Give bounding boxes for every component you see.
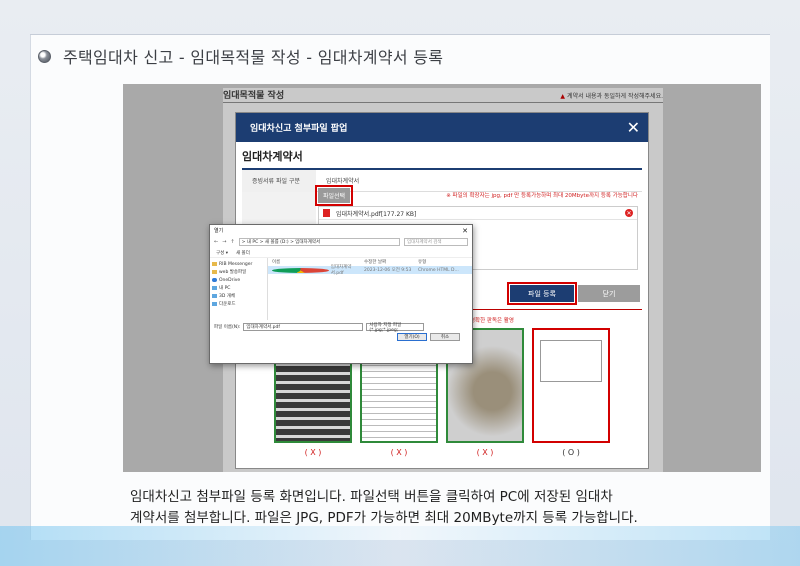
example-marks: ( X ) ( X ) ( X ) ( O ) xyxy=(274,448,610,457)
close-icon[interactable]: ✕ xyxy=(627,119,640,136)
cube-icon xyxy=(212,294,217,298)
delete-icon[interactable]: ✕ xyxy=(625,209,633,217)
file-row: 임대차계약서.pdf[177.27 KB] ✕ xyxy=(319,207,637,220)
sidebar-item[interactable]: RIB Messenger xyxy=(212,260,265,268)
sidebar-item[interactable]: OneDrive xyxy=(212,276,265,284)
open-button[interactable]: 열기(O) xyxy=(397,333,427,341)
download-icon xyxy=(212,302,217,306)
attached-file-name: 임대차계약서.pdf[177.27 KB] xyxy=(336,210,417,218)
dialog-title: 열기 xyxy=(214,228,224,234)
forward-icon[interactable]: → xyxy=(222,239,226,245)
file-item-selected[interactable]: 임대차계약서.pdf 2023-12-06 오전 9:53 Chrome HTM… xyxy=(268,265,472,276)
col-date[interactable]: 수정한 날짜 xyxy=(364,259,418,265)
cancel-button[interactable]: 취소 xyxy=(430,333,460,341)
open-file-dialog: 열기 ✕ ← → ↑ > 내 PC > 새 볼륨 (D:) > 임대차계약서 임… xyxy=(209,224,473,364)
file-select-button[interactable]: 파일선택 xyxy=(314,185,354,206)
close-button[interactable]: 닫기 xyxy=(578,285,640,302)
slide-header: 주택임대차 신고 - 임대목적물 작성 - 임대차계약서 등록 xyxy=(38,44,443,68)
example-mark: ( O ) xyxy=(562,448,580,457)
sidebar-item[interactable]: 다운로드 xyxy=(212,300,265,308)
background-page-title: 임대목적물 작성 xyxy=(223,91,285,101)
warning-icon: ▲ xyxy=(560,93,566,100)
divider xyxy=(30,34,770,35)
type-row: 증빙서류 파일 구분 임대차계약서 xyxy=(242,169,642,192)
section-title: 임대차계약서 xyxy=(242,150,303,163)
folder-icon xyxy=(212,270,217,274)
background-warning: ▲ 계약서 내용과 동일하게 작성해주세요. xyxy=(560,93,663,100)
dialog-navbar: ← → ↑ > 내 PC > 새 볼륨 (D:) > 임대차계약서 임대차계약서… xyxy=(210,236,472,248)
computer-icon xyxy=(212,286,217,290)
path-bar[interactable]: > 내 PC > 새 볼륨 (D:) > 임대차계약서 xyxy=(238,238,400,246)
organize-menu[interactable]: 구성 ▾ xyxy=(216,250,228,256)
back-icon[interactable]: ← xyxy=(214,239,218,245)
dialog-body: RIB Messenger web 발송파일 OneDrive 내 PC 3D … xyxy=(210,258,472,320)
caption-line: 계약서를 첨부합니다. 파일은 JPG, PDF가 가능하면 최대 20MByt… xyxy=(130,510,638,526)
example-mark: ( X ) xyxy=(476,448,494,457)
file-list-pane: 이름 수정한 날짜 유형 임대차계약서.pdf 2023-12-06 오전 9:… xyxy=(268,258,472,320)
filename-label: 파일 이름(N): xyxy=(214,325,241,330)
type-label: 증빙서류 파일 구분 xyxy=(242,169,316,192)
dialog-titlebar: 열기 ✕ xyxy=(210,225,472,236)
dialog-sidebar: RIB Messenger web 발송파일 OneDrive 내 PC 3D … xyxy=(210,258,268,320)
bullet-icon xyxy=(38,49,51,63)
dialog-toolbar: 구성 ▾ 새 폴더 xyxy=(210,248,472,258)
type-value: 임대차계약서 xyxy=(326,178,360,185)
up-icon[interactable]: ↑ xyxy=(230,239,234,245)
example-mark: ( X ) xyxy=(304,448,322,457)
new-folder-button[interactable]: 새 폴더 xyxy=(236,250,250,256)
caption-line: 임대차신고 첨부파일 등록 화면입니다. 파일선택 버튼을 클릭하여 PC에 저… xyxy=(130,489,613,505)
sidebar-item[interactable]: web 발송파일 xyxy=(212,268,265,276)
divider xyxy=(223,102,663,103)
sidebar-item[interactable]: 3D 개체 xyxy=(212,292,265,300)
decorative-glow xyxy=(0,526,800,566)
close-icon[interactable]: ✕ xyxy=(462,227,468,235)
slide-title: 주택임대차 신고 - 임대목적물 작성 - 임대차계약서 등록 xyxy=(63,48,444,67)
modal-title: 임대차신고 첨부파일 팝업 xyxy=(250,124,348,134)
example-thumbnail-good xyxy=(532,328,610,443)
cloud-icon xyxy=(212,278,217,282)
register-file-button[interactable]: 파일 등록 xyxy=(507,282,577,305)
slide-caption: 임대차신고 첨부파일 등록 화면입니다. 파일선택 버튼을 클릭하여 PC에 저… xyxy=(130,487,770,529)
dialog-footer: 파일 이름(N): 임대차계약서.pdf 사용자 지정 파일 (*.jpg;*.… xyxy=(210,320,472,344)
chrome-icon xyxy=(272,267,329,273)
folder-icon xyxy=(212,262,217,266)
col-type[interactable]: 유형 xyxy=(418,259,426,265)
screenshot-panel: 임대목적물 작성 ▲ 계약서 내용과 동일하게 작성해주세요. 임대차신고 첨부파… xyxy=(123,84,761,472)
example-note: 명확한 판독은 활영 xyxy=(470,318,514,324)
pdf-icon xyxy=(323,209,330,217)
filetype-select[interactable]: 사용자 지정 파일 (*.jpg;*.jpeg; xyxy=(366,323,425,333)
search-input[interactable]: 임대차계약서 검색 xyxy=(404,238,468,246)
modal-header: 임대차신고 첨부파일 팝업 ✕ xyxy=(236,113,648,142)
filename-input[interactable]: 임대차계약서.pdf xyxy=(243,323,364,331)
sidebar-item[interactable]: 내 PC xyxy=(212,284,265,292)
file-notice: ※ 파일의 확장자는 jpg, pdf 만 등록가능하며 최대 20Mbyte까… xyxy=(446,193,638,199)
example-mark: ( X ) xyxy=(390,448,408,457)
